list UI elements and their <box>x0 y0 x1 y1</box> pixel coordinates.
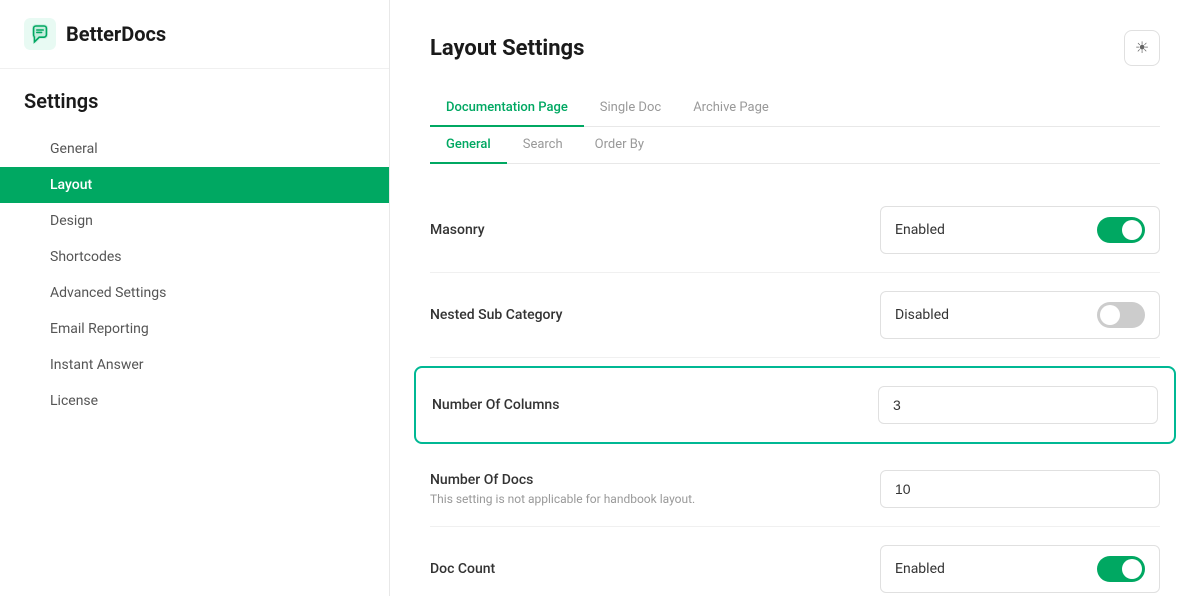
setting-row-number-of-docs: Number Of Docs This setting is not appli… <box>430 452 1160 527</box>
doc-count-toggle[interactable] <box>1097 556 1145 582</box>
number-of-docs-sublabel: This setting is not applicable for handb… <box>430 492 695 506</box>
sidebar-item-license[interactable]: License <box>0 383 389 419</box>
number-of-columns-label: Number Of Columns <box>432 397 559 413</box>
sidebar-item-layout[interactable]: Layout <box>0 167 389 203</box>
doc-count-label: Doc Count <box>430 561 495 577</box>
masonry-control: Enabled <box>880 206 1160 254</box>
settings-container: Masonry Enabled Nested Sub Category Disa… <box>430 188 1160 596</box>
nav-menu: General Layout Design Shortcodes Advance… <box>0 123 389 427</box>
nested-sub-category-value: Disabled <box>895 307 949 323</box>
tab-documentation-page[interactable]: Documentation Page <box>430 90 584 127</box>
number-of-docs-label: Number Of Docs <box>430 472 695 488</box>
main-header: Layout Settings ☀ <box>430 30 1160 66</box>
main-content: Layout Settings ☀ Documentation Page Sin… <box>390 0 1200 596</box>
number-of-columns-control[interactable] <box>878 386 1158 424</box>
sidebar: BetterDocs Settings General Layout Desig… <box>0 0 390 596</box>
tab-general[interactable]: General <box>430 127 507 164</box>
nested-sub-category-slider <box>1097 302 1145 328</box>
doc-count-control: Enabled <box>880 545 1160 593</box>
masonry-value: Enabled <box>895 222 945 238</box>
nested-sub-category-label: Nested Sub Category <box>430 307 562 323</box>
number-of-docs-info: Number Of Docs This setting is not appli… <box>430 472 695 506</box>
setting-row-nested-sub-category: Nested Sub Category Disabled <box>430 273 1160 358</box>
masonry-slider <box>1097 217 1145 243</box>
sidebar-item-instant-answer[interactable]: Instant Answer <box>0 347 389 383</box>
sun-icon: ☀ <box>1135 38 1149 58</box>
tabs-secondary: General Search Order By <box>430 127 1160 164</box>
tabs-primary: Documentation Page Single Doc Archive Pa… <box>430 90 1160 127</box>
number-of-docs-input[interactable] <box>895 481 1145 497</box>
tab-archive-page[interactable]: Archive Page <box>677 90 785 127</box>
number-of-docs-control[interactable] <box>880 470 1160 508</box>
sidebar-item-design[interactable]: Design <box>0 203 389 239</box>
tab-single-doc[interactable]: Single Doc <box>584 90 677 127</box>
logo-icon <box>24 18 56 50</box>
masonry-label: Masonry <box>430 222 485 238</box>
sidebar-item-general[interactable]: General <box>0 131 389 167</box>
setting-row-doc-count: Doc Count Enabled <box>430 527 1160 596</box>
doc-count-value: Enabled <box>895 561 945 577</box>
sidebar-item-shortcodes[interactable]: Shortcodes <box>0 239 389 275</box>
tab-search[interactable]: Search <box>507 127 579 164</box>
nested-sub-category-control: Disabled <box>880 291 1160 339</box>
app-name: BetterDocs <box>66 22 166 46</box>
doc-count-slider <box>1097 556 1145 582</box>
sidebar-header: Settings <box>0 69 389 123</box>
page-title: Layout Settings <box>430 36 584 61</box>
tab-order-by[interactable]: Order By <box>579 127 660 164</box>
nested-sub-category-toggle[interactable] <box>1097 302 1145 328</box>
number-of-columns-input[interactable] <box>893 397 1143 413</box>
sidebar-item-advanced-settings[interactable]: Advanced Settings <box>0 275 389 311</box>
theme-toggle-button[interactable]: ☀ <box>1124 30 1160 66</box>
logo-area: BetterDocs <box>0 0 389 69</box>
sidebar-item-email-reporting[interactable]: Email Reporting <box>0 311 389 347</box>
setting-row-number-of-columns: Number Of Columns <box>414 366 1176 444</box>
setting-row-masonry: Masonry Enabled <box>430 188 1160 273</box>
masonry-toggle[interactable] <box>1097 217 1145 243</box>
